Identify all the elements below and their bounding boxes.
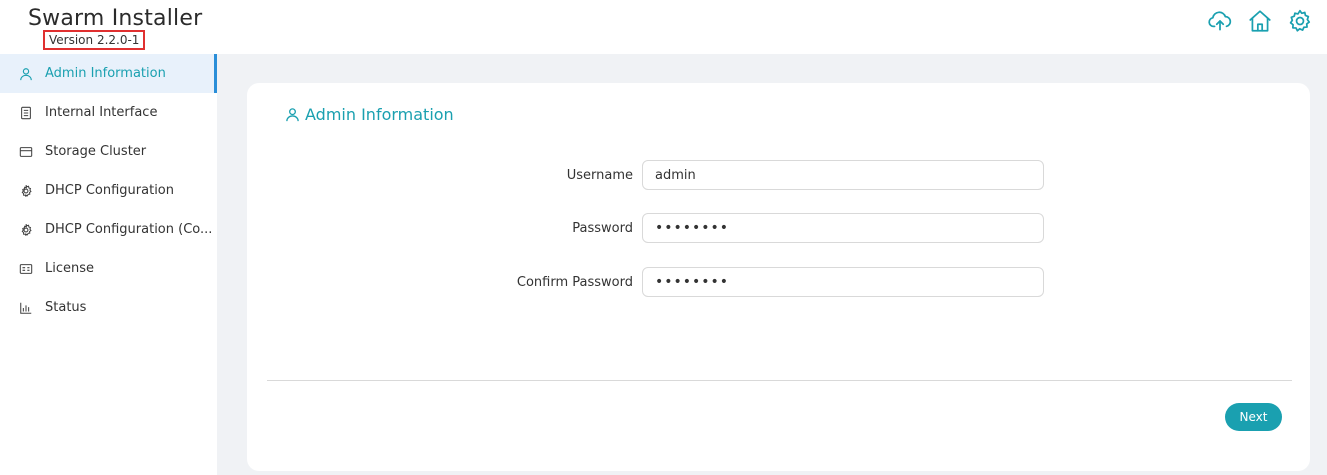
- sidebar-item-label: DHCP Configuration: [45, 183, 174, 198]
- admin-information-card: Admin Information Username Password Conf…: [247, 83, 1310, 471]
- home-icon[interactable]: [1247, 8, 1273, 34]
- password-input[interactable]: [642, 213, 1044, 243]
- cloud-upload-icon[interactable]: [1207, 8, 1233, 34]
- sidebar-item-internal-interface[interactable]: Internal Interface: [0, 93, 217, 132]
- sidebar-item-admin-information[interactable]: Admin Information: [0, 54, 217, 93]
- gear-icon: [19, 184, 33, 198]
- sidebar-item-label: DHCP Configuration (Co...: [45, 222, 213, 237]
- confirm-password-label: Confirm Password: [516, 274, 633, 290]
- sidebar-item-status[interactable]: Status: [0, 288, 217, 327]
- password-label: Password: [572, 220, 633, 236]
- gear-icon[interactable]: [1287, 8, 1313, 34]
- version-label: Version 2.2.0-1: [43, 30, 146, 50]
- password-row: Password: [247, 213, 1310, 243]
- confirm-password-input[interactable]: [642, 267, 1044, 297]
- sidebar-item-label: Status: [45, 300, 87, 315]
- card-title: Admin Information: [285, 105, 454, 124]
- confirm-password-row: Confirm Password: [247, 267, 1310, 297]
- sidebar-item-label: License: [45, 261, 95, 276]
- header-toolbar: [1207, 8, 1313, 34]
- sidebar-item-dhcp-configuration-co[interactable]: DHCP Configuration (Co...: [0, 210, 217, 249]
- user-icon: [19, 67, 33, 81]
- divider: [267, 380, 1292, 381]
- server-icon: [19, 106, 33, 120]
- app-title: Swarm Installer: [28, 6, 203, 31]
- storage-icon: [19, 145, 33, 159]
- next-button[interactable]: Next: [1225, 403, 1282, 431]
- gear-icon: [19, 223, 33, 237]
- license-icon: [19, 262, 33, 276]
- chart-icon: [19, 301, 33, 315]
- sidebar-item-label: Internal Interface: [45, 105, 158, 120]
- card-title-text: Admin Information: [305, 105, 454, 124]
- username-label: Username: [566, 167, 633, 183]
- user-icon: [286, 108, 299, 122]
- username-input[interactable]: [642, 160, 1044, 190]
- username-row: Username: [247, 160, 1310, 190]
- main-content: Admin Information Username Password Conf…: [217, 54, 1327, 475]
- sidebar-item-license[interactable]: License: [0, 249, 217, 288]
- sidebar-item-storage-cluster[interactable]: Storage Cluster: [0, 132, 217, 171]
- sidebar: Admin Information Internal Interface Sto…: [0, 54, 217, 475]
- sidebar-item-label: Admin Information: [45, 66, 166, 81]
- sidebar-item-label: Storage Cluster: [45, 144, 147, 159]
- sidebar-item-dhcp-configuration[interactable]: DHCP Configuration: [0, 171, 217, 210]
